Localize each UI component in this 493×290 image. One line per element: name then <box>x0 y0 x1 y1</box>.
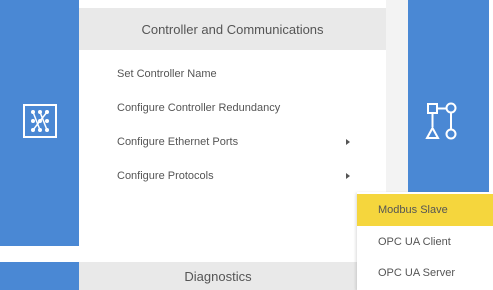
menu-item-configure-controller-redundancy[interactable]: Configure Controller Redundancy <box>117 95 280 121</box>
diagnostics-tile-left[interactable] <box>0 262 79 290</box>
controller-tile-left[interactable] <box>0 0 79 246</box>
protocols-submenu: Modbus Slave OPC UA Client OPC UA Server <box>357 192 493 290</box>
network-matrix-icon <box>23 104 57 138</box>
submenu-item-opc-ua-client[interactable]: OPC UA Client <box>357 226 493 258</box>
submenu-item-opc-ua-server[interactable]: OPC UA Server <box>357 257 493 289</box>
signal-flow-icon <box>425 102 457 140</box>
diagnostics-card-title[interactable]: Diagnostics <box>79 262 357 290</box>
menu-item-set-controller-name[interactable]: Set Controller Name <box>117 61 217 87</box>
submenu-item-modbus-slave[interactable]: Modbus Slave <box>357 194 493 226</box>
card-divider <box>0 246 357 262</box>
menu-item-configure-protocols[interactable]: Configure Protocols <box>117 163 214 189</box>
chevron-right-icon <box>346 173 350 179</box>
menu-item-configure-ethernet-ports[interactable]: Configure Ethernet Ports <box>117 129 238 155</box>
app-canvas: Controller and Communications Set Contro… <box>0 0 493 290</box>
panel-top-gap <box>79 0 386 8</box>
controller-card-title: Controller and Communications <box>79 8 386 50</box>
chevron-right-icon <box>346 139 350 145</box>
